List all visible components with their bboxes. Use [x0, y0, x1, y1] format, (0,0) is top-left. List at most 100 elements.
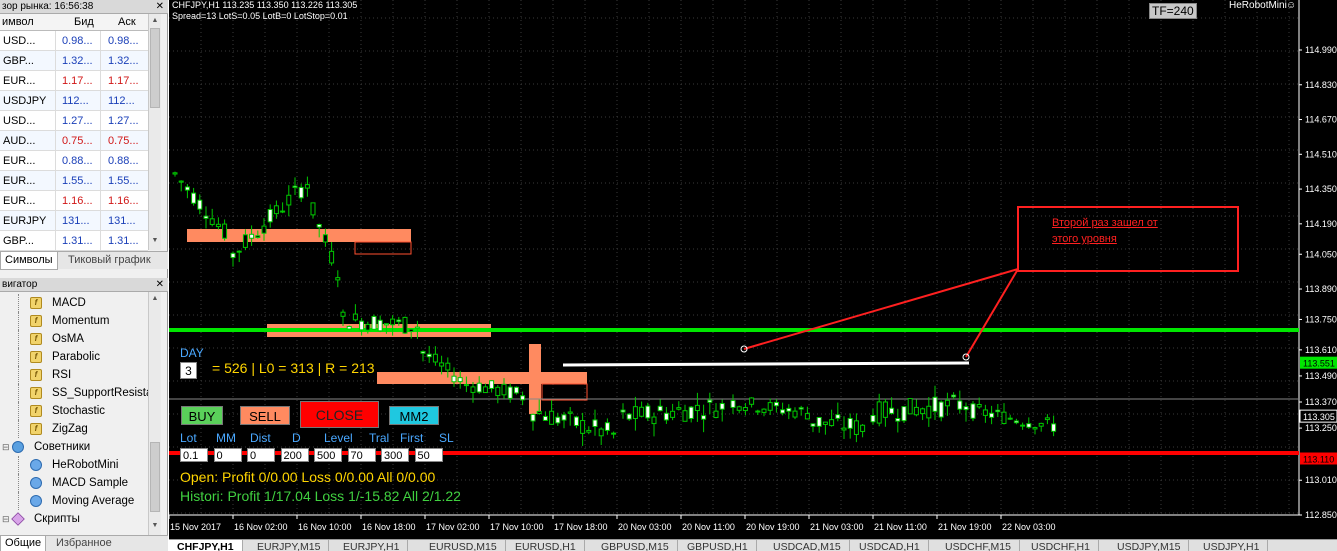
chart-tab[interactable]: USDJPY,M15 — [1109, 540, 1190, 551]
chart-tab[interactable]: CHFJPY,H1 — [169, 540, 243, 551]
market-watch-row[interactable]: EUR... 1.55... 1.55... — [0, 171, 148, 191]
param-input[interactable]: 0 — [213, 448, 242, 462]
col-ask[interactable]: Аск — [118, 16, 136, 28]
navigator-item[interactable]: f ZigZag — [0, 420, 148, 438]
market-watch-row[interactable]: EUR... 0.88... 0.88... — [0, 151, 148, 171]
navigator-item[interactable]: ⊟ Советники — [0, 438, 148, 456]
param-label: Tral — [369, 431, 390, 445]
row-ask: 1.55... — [108, 175, 139, 187]
navigator-item-label: Скрипты — [34, 513, 80, 525]
chart-tab[interactable]: USDJPY,H1 — [1195, 540, 1269, 551]
navigator-item[interactable]: f Parabolic — [0, 348, 148, 366]
expand-icon[interactable]: ⊟ — [2, 438, 10, 456]
navigator-item[interactable]: f Momentum — [0, 312, 148, 330]
history-stats: Histori: Profit 1/17.04 Loss 1/-15.82 Al… — [180, 488, 461, 504]
col-symbol[interactable]: имвол — [2, 16, 34, 28]
chart-tab[interactable]: USDCHF,M15 — [937, 540, 1020, 551]
chart-tab[interactable]: GBPUSD,H1 — [679, 540, 757, 551]
scroll-down-icon[interactable]: ▼ — [150, 236, 160, 246]
navigator-item[interactable]: f MACD — [0, 294, 148, 312]
tab-tick-chart[interactable]: Тиковый график — [64, 252, 155, 270]
day-value-input[interactable]: 3 — [180, 362, 197, 379]
scroll-up-icon[interactable]: ▲ — [150, 16, 160, 26]
candle-body — [970, 403, 976, 419]
row-bid: 0.75... — [62, 135, 93, 147]
tree-line — [18, 330, 28, 348]
candle-body — [222, 223, 228, 239]
buy-button[interactable]: BUY — [181, 406, 223, 425]
chart-tab[interactable]: USDCAD,H1 — [851, 540, 929, 551]
tab-favorites[interactable]: Избранное — [52, 536, 116, 551]
close-button[interactable]: CLOSE — [300, 401, 379, 428]
sell-zone — [377, 372, 587, 384]
market-watch-scrollbar[interactable]: ▲ ▼ — [148, 14, 161, 250]
scroll-thumb[interactable] — [150, 442, 160, 512]
tab-common[interactable]: Общие — [0, 536, 47, 551]
navigator-item[interactable]: ⊟ Скрипты — [0, 510, 148, 528]
navigator-item[interactable]: Moving Average — [0, 492, 148, 510]
market-watch-tabs: Символы Тиковый график — [0, 251, 168, 270]
market-watch-row[interactable]: USDJPY 112... 112... — [0, 91, 148, 111]
time-label: 16 Nov 10:00 — [298, 522, 352, 532]
chart-tab[interactable]: USDCHF,H1 — [1023, 540, 1099, 551]
param-label: SL — [439, 431, 454, 445]
market-watch-row[interactable]: USD... 0.98... 0.98... — [0, 31, 148, 51]
candle-body — [663, 412, 669, 421]
chart-tab[interactable]: EURJPY,H1 — [335, 540, 409, 551]
scroll-up-icon[interactable]: ▲ — [150, 294, 160, 304]
scroll-down-icon[interactable]: ▼ — [150, 521, 160, 531]
navigator-item[interactable]: f SS_SupportResista — [0, 384, 148, 402]
market-watch-row[interactable]: GBP... 1.32... 1.32... — [0, 51, 148, 71]
candle-body — [1013, 420, 1019, 424]
close-icon[interactable]: ✕ — [156, 278, 164, 291]
navigator-item[interactable]: MACD Sample — [0, 474, 148, 492]
candle-body — [184, 186, 190, 191]
candle-body — [371, 315, 377, 330]
col-bid[interactable]: Бид — [74, 16, 94, 28]
navigator-scrollbar[interactable]: ▲ ▼ — [148, 292, 161, 535]
navigator-item[interactable]: f RSI — [0, 366, 148, 384]
param-input[interactable]: 50 — [414, 448, 443, 462]
market-watch-row[interactable]: GBP... 1.31... 1.31... — [0, 231, 148, 251]
param-input[interactable]: 200 — [280, 448, 309, 462]
navigator-tabs: Общие Избранное — [0, 535, 168, 551]
candle-body — [682, 410, 688, 422]
price-label: 113.010 — [1305, 475, 1337, 485]
chart-tab[interactable]: GBPUSD,M15 — [593, 540, 678, 551]
sell-button[interactable]: SELL — [240, 406, 290, 425]
navigator-item[interactable]: f OsMA — [0, 330, 148, 348]
navigator-item[interactable]: HeRobotMini — [0, 456, 148, 474]
row-bid: 0.98... — [62, 35, 93, 47]
market-watch-row[interactable]: EUR... 1.17... 1.17... — [0, 71, 148, 91]
candle-body — [604, 422, 610, 431]
left-panel: зор рынка: 16:56:38 ✕ имвол Бид Аск USD..… — [0, 0, 168, 551]
param-input[interactable]: 500 — [314, 448, 342, 462]
candle-body — [513, 386, 519, 394]
candle-body — [957, 400, 963, 410]
candle-body — [463, 384, 469, 387]
close-icon[interactable]: ✕ — [156, 0, 164, 13]
time-label: 17 Nov 18:00 — [554, 522, 608, 532]
expand-icon[interactable]: ⊟ — [2, 510, 10, 528]
param-input[interactable]: 0.1 — [180, 448, 208, 462]
indicator-icon: f — [30, 387, 42, 399]
market-watch-row[interactable]: AUD... 0.75... 0.75... — [0, 131, 148, 151]
chart-tab[interactable]: EURJPY,M15 — [249, 540, 330, 551]
market-watch-row[interactable]: EUR... 1.16... 1.16... — [0, 191, 148, 211]
navigator-item[interactable]: f Stochastic — [0, 402, 148, 420]
price-chart[interactable]: 114.990 114.830 114.670 114.510 114.350 114.1… — [169, 0, 1337, 551]
candle-body — [755, 410, 761, 413]
param-input[interactable]: 300 — [381, 448, 409, 462]
param-input[interactable]: 70 — [347, 448, 376, 462]
mm2-button[interactable]: MM2 — [389, 406, 439, 425]
chart-tab[interactable]: EURUSD,H1 — [507, 540, 585, 551]
market-watch-row[interactable]: EURJPY 131... 131... — [0, 211, 148, 231]
tab-symbols[interactable]: Символы — [0, 252, 58, 270]
chart-tab[interactable]: USDCAD,M15 — [765, 540, 850, 551]
param-input[interactable]: 0 — [247, 448, 275, 462]
scroll-thumb[interactable] — [150, 28, 160, 108]
time-label: 16 Nov 02:00 — [234, 522, 288, 532]
candle-body — [951, 394, 957, 398]
market-watch-row[interactable]: USD... 1.27... 1.27... — [0, 111, 148, 131]
chart-tab[interactable]: EURUSD,M15 — [421, 540, 506, 551]
